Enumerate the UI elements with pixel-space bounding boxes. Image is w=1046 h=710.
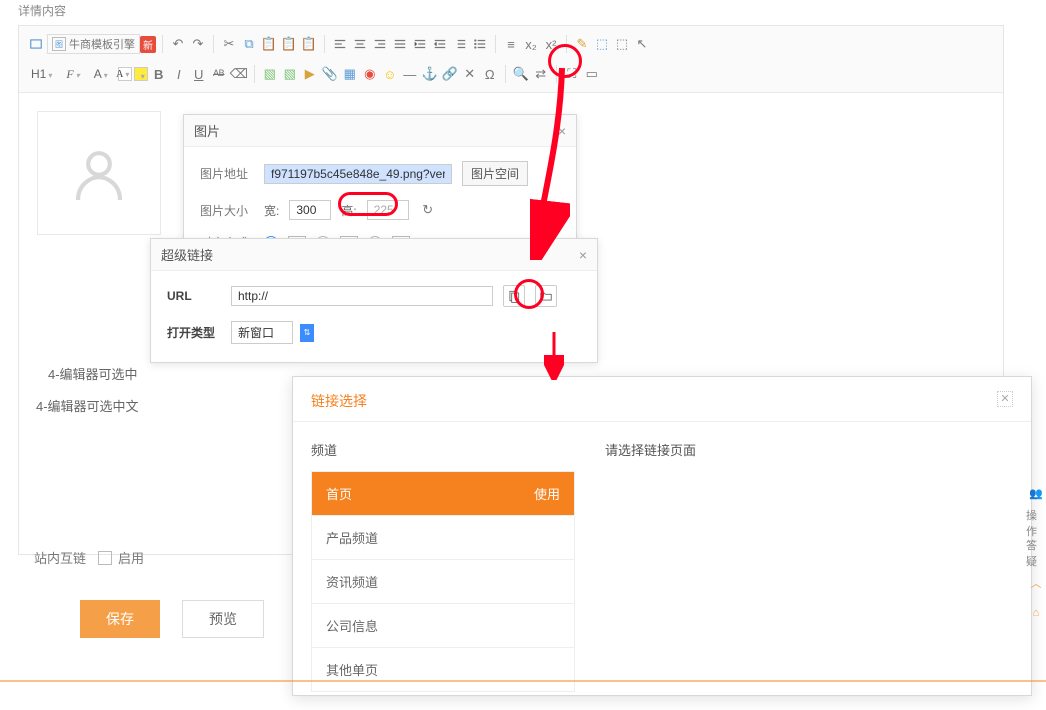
copy-icon[interactable]: ⧉ — [240, 35, 258, 53]
table-icon[interactable]: ▦ — [341, 65, 359, 83]
channel-item-news[interactable]: 资讯频道 — [312, 560, 574, 604]
symbol-icon[interactable]: Ω — [481, 65, 499, 83]
template-icon: 图 — [52, 37, 66, 51]
cut-icon[interactable]: ✂ — [220, 35, 238, 53]
redo-icon[interactable]: ↷ — [189, 35, 207, 53]
remove-format-icon[interactable]: ⌫ — [230, 65, 248, 83]
fontfamily-dropdown[interactable]: F — [62, 67, 87, 82]
image-dialog-title: 图片 — [194, 121, 220, 140]
image-size-label: 图片大小 — [200, 202, 254, 219]
interlink-label: 站内互链 — [34, 548, 86, 567]
align-right-icon[interactable] — [371, 35, 389, 53]
indent-icon[interactable] — [411, 35, 429, 53]
template-button[interactable]: 图 牛商模板引擎 — [47, 34, 140, 54]
fontcolor-dropdown[interactable]: A — [118, 67, 132, 81]
link-page-heading: 请选择链接页面 — [605, 440, 696, 459]
section-label: 详情内容 — [0, 0, 1046, 21]
bold-icon[interactable]: B — [150, 65, 168, 83]
subscript-icon[interactable]: x₂ — [522, 35, 540, 53]
select-arrow-icon[interactable]: ⇅ — [300, 324, 314, 342]
undo-icon[interactable]: ↶ — [169, 35, 187, 53]
enable-checkbox[interactable]: 启用 — [98, 548, 144, 567]
channel-heading: 频道 — [311, 440, 575, 459]
link-icon[interactable]: 🔗 — [441, 65, 459, 83]
rail-faq[interactable]: 答疑 — [1026, 538, 1046, 568]
annotation-circle-3 — [514, 279, 544, 309]
toolbar: 图 牛商模板引擎 新 ↶ ↷ ✂ ⧉ 📋 📋 📋 ≡ x₂ x² — [19, 26, 1003, 93]
annotation-circle-2 — [338, 192, 398, 216]
annotation-arrow-2 — [544, 330, 564, 380]
align-center-icon[interactable] — [351, 35, 369, 53]
format-brush-icon[interactable]: ⬚ — [593, 35, 611, 53]
save-button[interactable]: 保存 — [80, 600, 160, 638]
emoji-icon[interactable]: ☺ — [381, 65, 399, 83]
hr-icon[interactable]: — — [401, 65, 419, 83]
use-label: 使用 — [534, 484, 560, 503]
bottom-rule — [0, 680, 1046, 682]
channel-item-company[interactable]: 公司信息 — [312, 604, 574, 648]
rail-home-icon[interactable]: ⌂ — [1026, 598, 1046, 628]
multi-image-icon[interactable]: ▧ — [281, 65, 299, 83]
annotation-arrow-1 — [530, 60, 570, 260]
width-label: 宽: — [264, 202, 279, 219]
paste-text-icon[interactable]: 📋 — [280, 35, 298, 53]
avatar-placeholder — [37, 111, 161, 235]
preview-icon[interactable]: ▭ — [583, 65, 601, 83]
align-justify-icon[interactable] — [391, 35, 409, 53]
align-left-icon[interactable] — [331, 35, 349, 53]
paste-word-icon[interactable]: 📋 — [300, 35, 318, 53]
channel-item-product[interactable]: 产品频道 — [312, 516, 574, 560]
strike-icon[interactable]: ᴬᴮ — [210, 65, 228, 83]
select-all-icon[interactable]: ⬚ — [613, 35, 631, 53]
link-select-title: 链接选择 — [311, 391, 367, 411]
hyperlink-dialog-title: 超级链接 — [161, 245, 213, 264]
fontsize-dropdown[interactable]: A — [90, 67, 116, 81]
underline-icon[interactable]: U — [190, 65, 208, 83]
list-ol-icon[interactable] — [451, 35, 469, 53]
cursor-icon[interactable]: ↖ — [633, 35, 651, 53]
channel-label: 首页 — [326, 484, 352, 503]
attachment-icon[interactable]: 📎 — [321, 65, 339, 83]
find-icon[interactable]: 🔍 — [512, 65, 530, 83]
italic-icon[interactable]: I — [170, 65, 188, 83]
channel-item-home[interactable]: 首页 使用 — [312, 472, 574, 516]
preview-button[interactable]: 预览 — [182, 600, 264, 638]
caption-2: 4-编辑器可选中文 — [36, 396, 139, 415]
list-ul-icon[interactable] — [471, 35, 489, 53]
channel-item-other[interactable]: 其他单页 — [312, 648, 574, 691]
side-rail: 👥 操作 答疑 ︿ ⌂ — [1026, 478, 1046, 628]
map-icon[interactable]: ◉ — [361, 65, 379, 83]
image-addr-label: 图片地址 — [200, 165, 254, 182]
link-select-panel: 链接选择 ✕ 频道 首页 使用 产品频道 资讯频道 公司信息 其他单页 请选择链… — [292, 376, 1032, 696]
image-addr-input[interactable] — [264, 164, 452, 184]
paste-icon[interactable]: 📋 — [260, 35, 278, 53]
template-label: 牛商模板引擎 — [69, 36, 135, 52]
rail-notif-icon[interactable]: 👥 — [1026, 478, 1046, 508]
unlink-icon[interactable]: ✕ — [461, 65, 479, 83]
bgcolor-dropdown[interactable] — [134, 67, 148, 81]
open-type-select[interactable]: 新窗口 — [231, 321, 293, 344]
outdent-icon[interactable] — [431, 35, 449, 53]
link-select-close[interactable]: ✕ — [997, 391, 1013, 407]
image-space-button[interactable]: 图片空间 — [462, 161, 528, 186]
heading-dropdown[interactable]: H1 — [27, 67, 60, 81]
url-label: URL — [167, 289, 221, 303]
image-icon[interactable]: ▧ — [261, 65, 279, 83]
channel-list: 首页 使用 产品频道 资讯频道 公司信息 其他单页 — [311, 471, 575, 692]
width-input[interactable] — [289, 200, 331, 220]
refresh-icon[interactable]: ↻ — [419, 201, 437, 219]
rail-up-icon[interactable]: ︿ — [1026, 568, 1046, 598]
source-icon[interactable] — [27, 35, 45, 53]
anchor-icon[interactable]: ⚓ — [421, 65, 439, 83]
new-badge: 新 — [140, 36, 156, 53]
caption-1: 4-编辑器可选中 — [48, 364, 138, 383]
line-height-icon[interactable]: ≡ — [502, 35, 520, 53]
open-type-label: 打开类型 — [167, 324, 221, 341]
hyperlink-dialog-close[interactable]: × — [579, 247, 587, 263]
interlink-row: 站内互链 启用 — [34, 548, 144, 567]
video-icon[interactable]: ▶ — [301, 65, 319, 83]
url-input[interactable] — [231, 286, 493, 306]
rail-ops[interactable]: 操作 — [1026, 508, 1046, 538]
